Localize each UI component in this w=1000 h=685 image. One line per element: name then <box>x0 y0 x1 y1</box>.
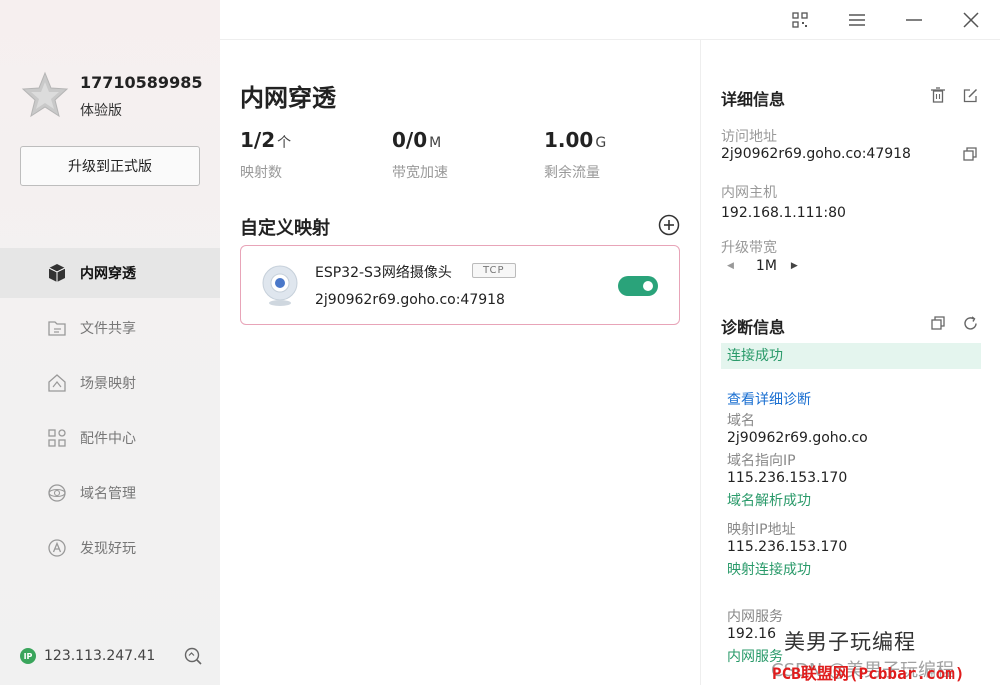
sidebar-item-accessories[interactable]: 配件中心 <box>0 413 220 463</box>
access-address-value: 2j90962r69.goho.co:47918 <box>721 146 911 162</box>
sidebar-nav: 内网穿透 文件共享 场景映射 配件中心 域名管理 发现好玩 <box>0 248 220 578</box>
mapping-card[interactable]: ESP32-S3网络摄像头 TCP 2j90962r69.goho.co:479… <box>240 245 680 325</box>
refresh-icon[interactable] <box>961 314 979 332</box>
upgrade-button[interactable]: 升级到正式版 <box>20 146 200 186</box>
stat-traffic: 1.00 G 剩余流量 <box>544 128 606 182</box>
domain-label: 域名 <box>727 413 755 429</box>
mapping-address: 2j90962r69.goho.co:47918 <box>315 292 505 308</box>
stat-value: 1.00 <box>544 128 594 152</box>
minimize-icon[interactable] <box>904 10 924 30</box>
qr-code-icon[interactable] <box>790 10 810 30</box>
increase-arrow-icon[interactable]: ▶ <box>791 261 798 271</box>
stat-label: 带宽加速 <box>392 165 448 181</box>
map-ip-label: 映射IP地址 <box>727 522 796 538</box>
sidebar-item-label: 域名管理 <box>80 486 136 502</box>
ip-badge-icon: IP <box>20 648 36 664</box>
stat-unit: M <box>429 135 442 151</box>
bandwidth-stepper: ◀ 1M ▶ <box>727 258 798 274</box>
webcam-icon <box>261 265 299 307</box>
avatar-star-icon[interactable] <box>20 70 70 120</box>
sidebar-item-label: 发现好玩 <box>80 541 136 557</box>
decrease-arrow-icon[interactable]: ◀ <box>727 261 734 271</box>
stat-unit: 个 <box>277 135 292 151</box>
stat-mapping-count: 1/2 个 映射数 <box>240 128 291 182</box>
mapping-enable-toggle[interactable] <box>618 276 658 296</box>
bandwidth-value: 1M <box>755 258 777 274</box>
cube-icon <box>46 262 68 284</box>
close-icon[interactable] <box>961 10 981 30</box>
sidebar-item-label: 配件中心 <box>80 431 136 447</box>
domain-icon <box>46 482 68 504</box>
mapping-name: ESP32-S3网络摄像头 <box>315 265 452 281</box>
trash-icon[interactable] <box>929 86 947 104</box>
domain-ip-value: 115.236.153.170 <box>727 470 848 486</box>
stat-value: 0/0 <box>392 128 428 152</box>
sidebar: 17710589985 体验版 升级到正式版 内网穿透 文件共享 场景映射 配件… <box>0 0 220 685</box>
stat-bandwidth: 0/0 M 带宽加速 <box>392 128 448 182</box>
add-mapping-icon[interactable] <box>658 214 680 236</box>
public-ip: IP 123.113.247.41 <box>20 648 155 664</box>
public-ip-value: 123.113.247.41 <box>44 648 156 664</box>
sidebar-item-label: 文件共享 <box>80 321 136 337</box>
page-title: 内网穿透 <box>240 84 336 112</box>
sidebar-item-label: 场景映射 <box>80 376 136 392</box>
domain-ip-label: 域名指向IP <box>727 453 796 469</box>
protocol-badge: TCP <box>472 263 516 278</box>
grid-apps-icon <box>46 427 68 449</box>
map-ip-value: 115.236.153.170 <box>727 539 848 555</box>
sidebar-item-discover[interactable]: 发现好玩 <box>0 523 220 573</box>
copy-diagnosis-icon[interactable] <box>929 314 947 332</box>
domain-resolve-status: 域名解析成功 <box>727 493 811 509</box>
stat-value: 1/2 <box>240 128 276 152</box>
bandwidth-label: 升级带宽 <box>721 240 777 256</box>
edit-icon[interactable] <box>961 86 979 104</box>
watermark-text: 美男子玩编程 <box>784 630 916 654</box>
access-address-label: 访问地址 <box>721 129 777 145</box>
sidebar-item-intranet[interactable]: 内网穿透 <box>0 248 220 298</box>
intranet-host-label: 内网主机 <box>721 185 777 201</box>
section-title: 自定义映射 <box>240 218 330 239</box>
detail-panel: 详细信息 访问地址 2j90962r69.goho.co:47918 内网主机 … <box>700 40 1000 685</box>
sidebar-item-domain[interactable]: 域名管理 <box>0 468 220 518</box>
map-connect-status: 映射连接成功 <box>727 562 811 578</box>
copy-icon[interactable] <box>961 145 979 163</box>
main-content: 内网穿透 1/2 个 映射数 0/0 M 带宽加速 1.00 G 剩余流量 自定义映射… <box>220 40 700 685</box>
stat-unit: G <box>595 135 607 151</box>
sidebar-item-label: 内网穿透 <box>80 266 136 282</box>
sidebar-item-scene-map[interactable]: 场景映射 <box>0 358 220 408</box>
stat-label: 剩余流量 <box>544 165 600 181</box>
user-plan: 体验版 <box>80 103 122 119</box>
domain-value: 2j90962r69.goho.co <box>727 430 868 446</box>
discover-icon <box>46 537 68 559</box>
user-phone: 17710589985 <box>80 73 203 92</box>
inner-service-label: 内网服务 <box>727 609 783 625</box>
inner-service-value: 192.16 <box>727 626 776 642</box>
folder-share-icon <box>46 317 68 339</box>
details-title: 详细信息 <box>721 90 786 109</box>
connection-status: 连接成功 <box>721 343 981 369</box>
sidebar-item-file-share[interactable]: 文件共享 <box>0 303 220 353</box>
diagnosis-title: 诊断信息 <box>721 318 786 337</box>
title-bar <box>220 0 1000 40</box>
scene-map-icon <box>46 372 68 394</box>
stat-label: 映射数 <box>240 165 282 181</box>
ip-lookup-icon[interactable] <box>183 646 203 666</box>
intranet-host-value: 192.168.1.111:80 <box>721 205 846 221</box>
menu-icon[interactable] <box>847 10 867 30</box>
watermark-pcbbar: PCB联盟网(Pcbbar.com) <box>772 664 965 683</box>
view-diagnosis-link[interactable]: 查看详细诊断 <box>727 389 811 409</box>
